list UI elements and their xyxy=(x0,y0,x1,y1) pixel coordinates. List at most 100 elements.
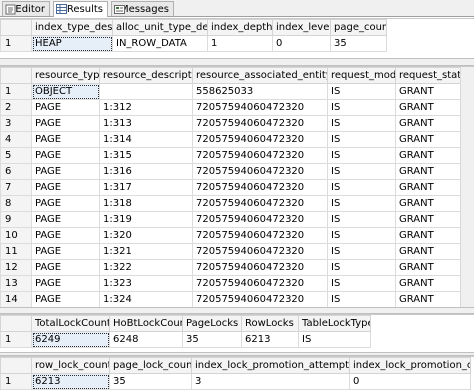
table-row[interactable]: 2 PAGE 1:312 72057594060472320 IS GRANT xyxy=(0,99,463,116)
row-number[interactable]: 7 xyxy=(0,179,32,196)
table-cell[interactable]: 1:314 xyxy=(99,131,193,148)
table-cell[interactable] xyxy=(99,83,193,100)
row-number[interactable]: 1 xyxy=(0,331,32,348)
row-number[interactable]: 12 xyxy=(0,259,32,276)
table-cell[interactable]: 72057594060472320 xyxy=(192,243,328,260)
table-cell[interactable]: PAGE xyxy=(31,179,100,196)
table-row[interactable]: 1 HEAP IN_ROW_DATA 1 0 35 xyxy=(0,35,387,52)
table-cell[interactable]: GRANT xyxy=(395,291,463,308)
table-cell[interactable]: PAGE xyxy=(31,131,100,148)
table-cell[interactable]: PAGE xyxy=(31,195,100,212)
table-cell[interactable]: IS xyxy=(327,147,396,164)
table-cell[interactable]: PAGE xyxy=(31,115,100,132)
column-header[interactable]: index_level xyxy=(272,19,331,36)
corner-cell[interactable] xyxy=(0,67,32,84)
table-row[interactable]: 12 PAGE 1:322 72057594060472320 IS GRANT xyxy=(0,259,463,276)
result-grid-4[interactable]: row_lock_count page_lock_count index_loc… xyxy=(0,356,474,390)
table-row[interactable]: 9 PAGE 1:319 72057594060472320 IS GRANT xyxy=(0,211,463,228)
table-cell[interactable]: 1:316 xyxy=(99,163,193,180)
table-row[interactable]: 5 PAGE 1:315 72057594060472320 IS GRANT xyxy=(0,147,463,164)
table-row[interactable]: 14 PAGE 1:324 72057594060472320 IS GRANT xyxy=(0,291,463,308)
table-cell[interactable]: PAGE xyxy=(31,291,100,308)
table-cell[interactable]: 72057594060472320 xyxy=(192,179,328,196)
table-row[interactable]: 8 PAGE 1:318 72057594060472320 IS GRANT xyxy=(0,195,463,212)
table-cell[interactable]: GRANT xyxy=(395,275,463,292)
table-cell[interactable]: IS xyxy=(327,211,396,228)
table-cell[interactable]: 0 xyxy=(272,35,331,52)
table-cell[interactable]: IS xyxy=(327,179,396,196)
table-cell[interactable]: 3 xyxy=(191,373,350,390)
table-cell[interactable]: PAGE xyxy=(31,147,100,164)
table-row[interactable]: 10 PAGE 1:320 72057594060472320 IS GRANT xyxy=(0,227,463,244)
row-number[interactable]: 8 xyxy=(0,195,32,212)
table-cell[interactable]: 72057594060472320 xyxy=(192,259,328,276)
column-header[interactable]: row_lock_count xyxy=(31,357,110,374)
table-cell[interactable]: 72057594060472320 xyxy=(192,163,328,180)
row-number[interactable]: 10 xyxy=(0,227,32,244)
table-cell[interactable]: PAGE xyxy=(31,227,100,244)
table-cell[interactable]: PAGE xyxy=(31,211,100,228)
table-cell[interactable]: PAGE xyxy=(31,243,100,260)
corner-cell[interactable] xyxy=(0,357,32,374)
table-cell[interactable]: GRANT xyxy=(395,163,463,180)
table-cell[interactable]: GRANT xyxy=(395,83,463,100)
table-row[interactable]: 1 OBJECT 558625033 IS GRANT xyxy=(0,83,463,100)
result-grid-3[interactable]: TotalLockCount HoBtLockCount PageLocks R… xyxy=(0,314,474,353)
table-row[interactable]: 13 PAGE 1:323 72057594060472320 IS GRANT xyxy=(0,275,463,292)
table-cell[interactable]: 1:313 xyxy=(99,115,193,132)
row-number[interactable]: 5 xyxy=(0,147,32,164)
column-header[interactable]: TotalLockCount xyxy=(31,315,110,332)
corner-cell[interactable] xyxy=(0,315,32,332)
table-cell[interactable]: 1:323 xyxy=(99,275,193,292)
table-cell[interactable]: PAGE xyxy=(31,99,100,116)
table-cell[interactable]: 1:318 xyxy=(99,195,193,212)
table-cell[interactable]: 6249 xyxy=(31,331,110,348)
vertical-scrollbar[interactable] xyxy=(460,67,474,308)
column-header[interactable]: resource_description xyxy=(99,67,193,84)
column-header[interactable]: page_count xyxy=(330,19,387,36)
column-header[interactable]: page_lock_count xyxy=(109,357,192,374)
table-cell[interactable]: GRANT xyxy=(395,195,463,212)
table-cell[interactable]: 72057594060472320 xyxy=(192,275,328,292)
table-cell[interactable]: 1:324 xyxy=(99,291,193,308)
column-header[interactable]: TableLockType xyxy=(298,315,371,332)
table-cell[interactable]: 72057594060472320 xyxy=(192,147,328,164)
table-cell[interactable]: 1:320 xyxy=(99,227,193,244)
corner-cell[interactable] xyxy=(0,19,32,36)
table-cell[interactable]: 1 xyxy=(207,35,273,52)
table-cell[interactable]: IS xyxy=(327,291,396,308)
table-cell[interactable]: GRANT xyxy=(395,115,463,132)
column-header[interactable]: PageLocks xyxy=(182,315,242,332)
table-cell[interactable]: 1:317 xyxy=(99,179,193,196)
column-header[interactable]: index_depth xyxy=(207,19,273,36)
table-cell[interactable]: 6213 xyxy=(241,331,299,348)
column-header[interactable]: request_status xyxy=(395,67,463,84)
grid-splitter[interactable] xyxy=(0,58,474,66)
table-cell[interactable]: PAGE xyxy=(31,163,100,180)
table-cell[interactable]: GRANT xyxy=(395,227,463,244)
table-cell[interactable]: IS xyxy=(327,131,396,148)
table-cell[interactable]: GRANT xyxy=(395,259,463,276)
column-header[interactable]: index_type_desc xyxy=(31,19,113,36)
table-row[interactable]: 4 PAGE 1:314 72057594060472320 IS GRANT xyxy=(0,131,463,148)
table-cell[interactable]: 72057594060472320 xyxy=(192,99,328,116)
table-cell[interactable]: 1:319 xyxy=(99,211,193,228)
column-header[interactable]: request_mode xyxy=(327,67,396,84)
table-cell[interactable]: 72057594060472320 xyxy=(192,131,328,148)
table-row[interactable]: 1 6249 6248 35 6213 IS xyxy=(0,331,371,348)
row-number[interactable]: 14 xyxy=(0,291,32,308)
table-row[interactable]: 6 PAGE 1:316 72057594060472320 IS GRANT xyxy=(0,163,463,180)
tab-editor[interactable]: Editor xyxy=(2,1,50,16)
table-cell[interactable]: 72057594060472320 xyxy=(192,211,328,228)
row-number[interactable]: 2 xyxy=(0,99,32,116)
column-header[interactable]: index_lock_promotion_attempt_count xyxy=(191,357,350,374)
table-row[interactable]: 7 PAGE 1:317 72057594060472320 IS GRANT xyxy=(0,179,463,196)
table-cell[interactable]: 72057594060472320 xyxy=(192,227,328,244)
tab-results[interactable]: Results xyxy=(53,1,108,17)
row-number[interactable]: 4 xyxy=(0,131,32,148)
table-cell[interactable]: 35 xyxy=(182,331,242,348)
row-number[interactable]: 6 xyxy=(0,163,32,180)
table-cell[interactable]: 558625033 xyxy=(192,83,328,100)
row-number[interactable]: 3 xyxy=(0,115,32,132)
table-cell[interactable]: 6248 xyxy=(109,331,183,348)
